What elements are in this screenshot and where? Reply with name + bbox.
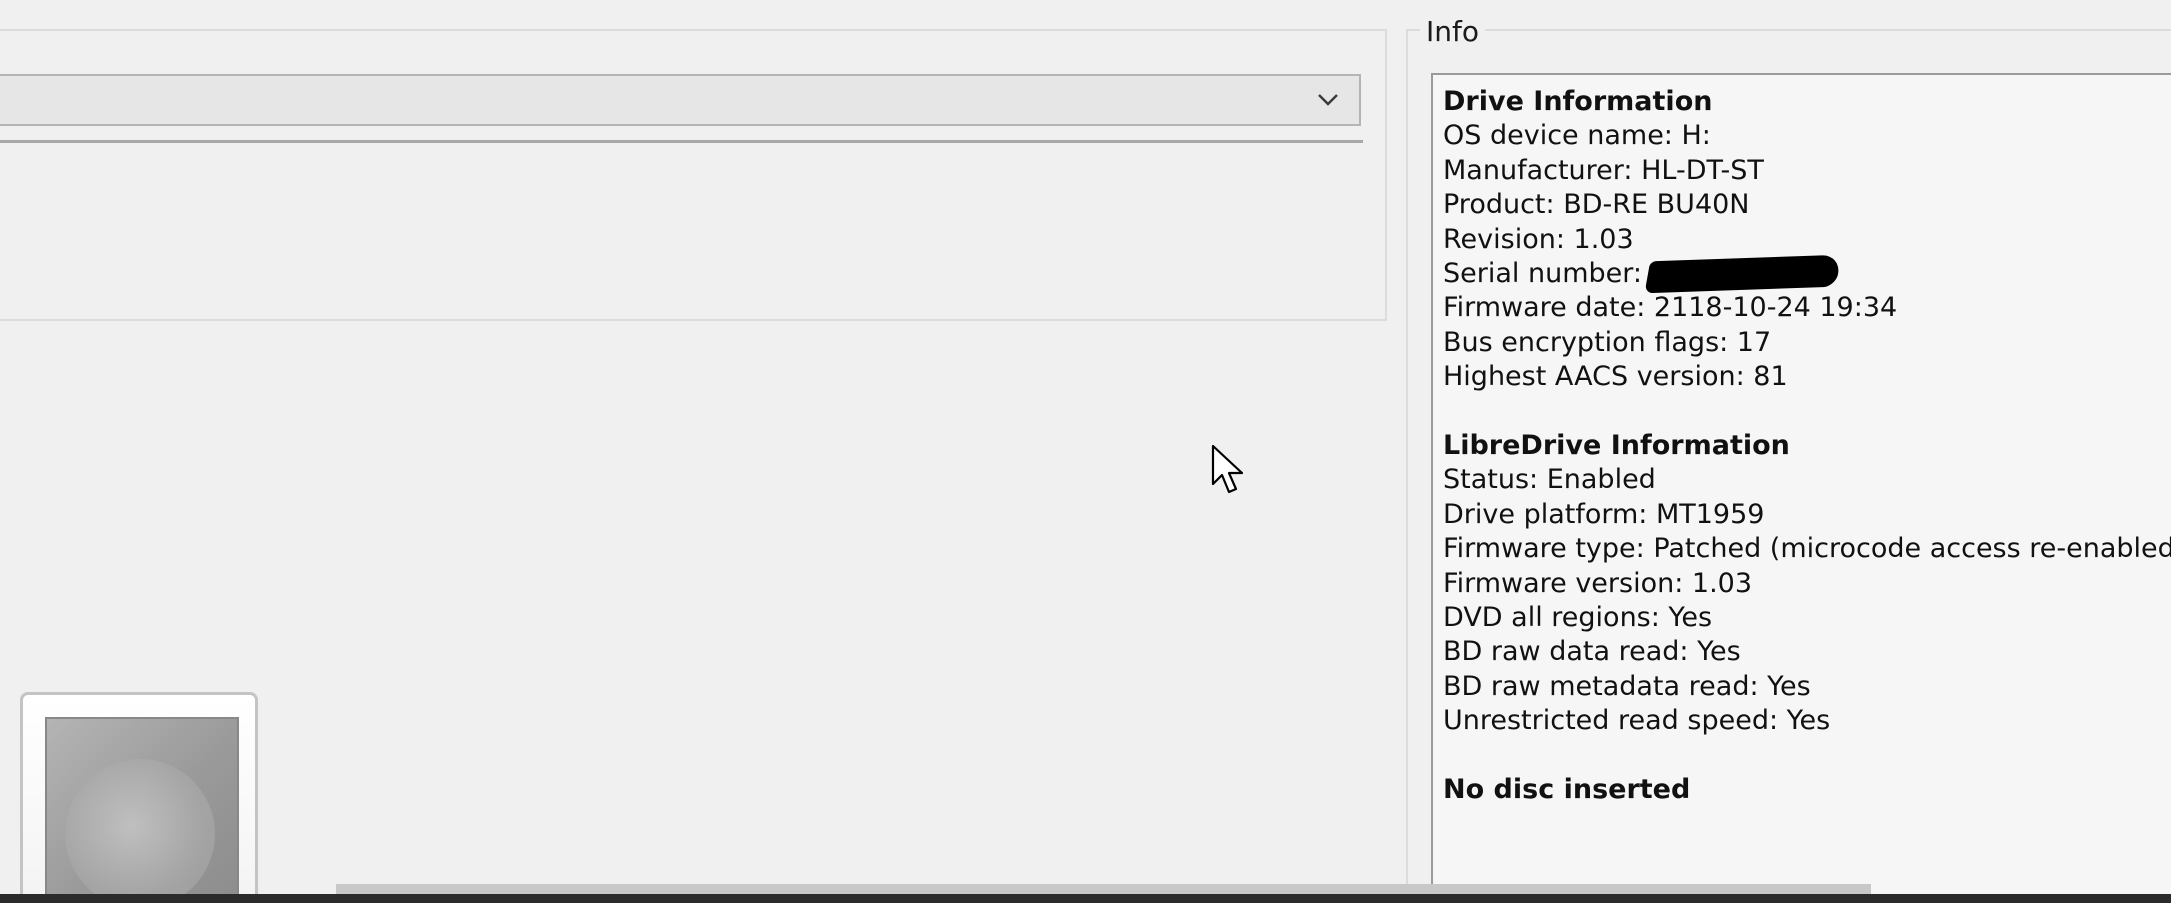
- drive-icon-face: [45, 717, 239, 903]
- libredrive-line: DVD all regions: Yes: [1443, 602, 1713, 634]
- bottom-edge-bar: [0, 894, 2171, 903]
- libredrive-line: BD raw metadata read: Yes: [1443, 670, 1811, 702]
- disc-icon: [65, 759, 215, 903]
- serial-number-label: Serial number:: [1443, 258, 1642, 290]
- mouse-pointer-icon: [1211, 444, 1244, 494]
- redacted-serial: [1644, 254, 1842, 294]
- source-group-box: [0, 29, 1387, 321]
- optical-drive-icon[interactable]: [20, 692, 258, 903]
- drive-info-line: OS device name: H:: [1443, 120, 1711, 152]
- drive-select-dropdown[interactable]: [0, 74, 1361, 126]
- separator-line: [0, 140, 1363, 143]
- drive-info-heading: Drive Information: [1443, 86, 1713, 117]
- drive-info-line: Product: BD-RE BU40N: [1443, 189, 1750, 221]
- drive-info-line: Firmware date: 2118-10-24 19:34: [1443, 292, 1898, 324]
- info-group-title: Info: [1420, 14, 1485, 50]
- libredrive-line: Unrestricted read speed: Yes: [1443, 705, 1831, 737]
- info-text: Drive Information OS device name: H: Man…: [1443, 85, 2171, 808]
- libredrive-line: Drive platform: MT1959: [1443, 498, 1765, 530]
- chevron-down-icon[interactable]: [1315, 86, 1341, 112]
- disc-status: No disc inserted: [1443, 774, 1691, 806]
- drive-info-line: Bus encryption flags: 17: [1443, 326, 1772, 358]
- serial-number-line: Serial number:: [1443, 254, 2171, 294]
- app-window: Info Drive Information OS device name: H…: [0, 0, 2171, 903]
- drive-info-line: Revision: 1.03: [1443, 223, 1634, 255]
- libredrive-line: Firmware type: Patched (microcode access…: [1443, 533, 2171, 565]
- libredrive-line: BD raw data read: Yes: [1443, 636, 1741, 668]
- libredrive-line: Firmware version: 1.03: [1443, 567, 1753, 599]
- drive-info-line: Highest AACS version: 81: [1443, 361, 1788, 393]
- libredrive-line: Status: Enabled: [1443, 464, 1656, 496]
- libredrive-info-heading: LibreDrive Information: [1443, 430, 1790, 462]
- drive-info-line: Manufacturer: HL-DT-ST: [1443, 154, 1764, 186]
